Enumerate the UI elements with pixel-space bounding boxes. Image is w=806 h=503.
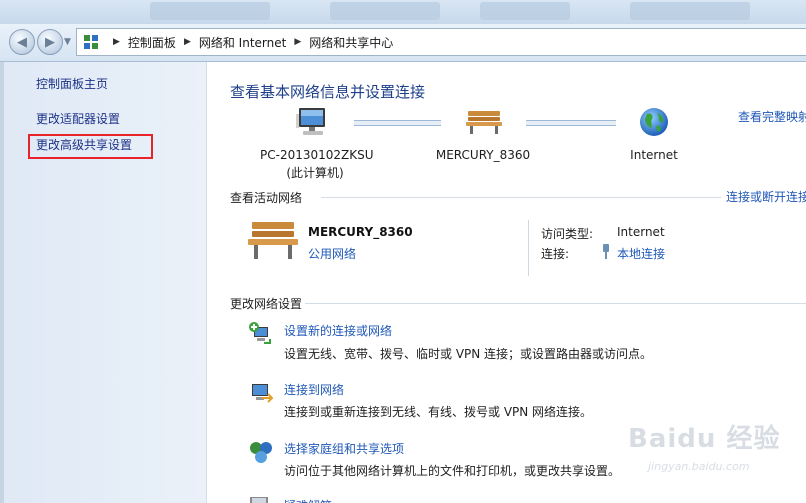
breadcrumb-separator[interactable]: ▶ [294,37,301,47]
troubleshoot-icon [250,497,268,503]
blurred-tab [330,2,440,20]
connect-disconnect-link[interactable]: 连接或断开连接 [726,188,806,205]
access-type-label: 访问类型: [541,227,594,241]
arrow-right-icon: ▶ [45,34,55,50]
back-button[interactable]: ◀ [9,29,35,55]
map-connector-line [526,120,616,126]
task-connect-to-network-link[interactable]: 连接到网络 [284,381,344,398]
blurred-tab [630,2,750,20]
map-connector-line [354,120,441,126]
chevron-down-icon: ▼ [64,37,71,47]
section-divider [305,303,806,304]
watermark-brand: Baidu 经验 [628,424,781,454]
connection-label: 连接: [541,247,570,261]
baidu-jingyan-watermark: Baidu 经验 jingyan.baidu.com [618,412,798,492]
breadcrumb-network-sharing-center[interactable]: 网络和共享中心 [309,34,393,51]
change-network-settings-heading: 更改网络设置 [230,297,303,311]
watermark-url: jingyan.baidu.com [648,460,750,473]
recent-pages-dropdown[interactable]: ▼ [64,37,74,47]
vertical-divider [528,220,529,276]
active-network-name: MERCURY_8360 [308,225,413,239]
computer-icon[interactable] [296,106,330,138]
task-troubleshoot-link[interactable]: 疑难解答 [284,497,332,503]
task-setup-new-connection-desc: 设置无线、宽带、拨号、临时或 VPN 连接；或设置路由器或访问点。 [284,347,653,361]
breadcrumb-network-internet[interactable]: 网络和 Internet [199,34,286,51]
network-name-label: MERCURY_8360 [435,148,531,162]
computer-sub-label: (此计算机) [286,166,344,180]
see-full-map-link[interactable]: 查看完整映射 [738,108,806,125]
left-pane [0,62,207,503]
arrow-left-icon: ◀ [17,34,27,50]
computer-name-label: PC-20130102ZKSU [260,148,374,162]
connect-to-network-icon [252,384,274,403]
network-center-icon [84,35,98,49]
blurred-tab [150,2,270,20]
new-connection-icon [249,322,271,344]
task-homegroup-sharing-desc: 访问位于其他网络计算机上的文件和打印机，或更改共享设置。 [284,464,621,478]
sidebar-item-control-panel-home[interactable]: 控制面板主页 [36,75,108,92]
task-setup-new-connection-link[interactable]: 设置新的连接或网络 [284,322,392,339]
task-homegroup-sharing-link[interactable]: 选择家庭组和共享选项 [284,440,404,457]
forward-button[interactable]: ▶ [37,29,63,55]
left-pane-scrollbar[interactable] [0,62,4,503]
active-networks-heading: 查看活动网络 [230,191,303,205]
ethernet-cable-icon [603,244,609,259]
navigation-bar: ◀ ▶ ▼ ▶ 控制面板 ▶ 网络和 Internet ▶ 网络和共享中心 [0,24,806,62]
blurred-tab [480,2,570,20]
internet-globe-icon[interactable] [638,106,670,138]
network-type-link[interactable]: 公用网络 [308,245,356,262]
breadcrumb-separator[interactable]: ▶ [184,37,191,47]
breadcrumb-control-panel[interactable]: 控制面板 [128,34,176,51]
section-divider [321,197,721,198]
public-network-bench-icon[interactable] [466,109,502,135]
local-connection-link[interactable]: 本地连接 [617,245,665,262]
access-type-value: Internet [617,225,665,239]
active-network-bench-icon [248,222,298,259]
internet-label: Internet [630,148,678,162]
breadcrumb-separator[interactable]: ▶ [113,37,120,47]
page-title: 查看基本网络信息并设置连接 [230,83,426,101]
homegroup-sharing-icon [250,442,272,463]
highlight-annotation-box [28,134,153,159]
task-connect-to-network-desc: 连接到或重新连接到无线、有线、拨号或 VPN 网络连接。 [284,405,593,419]
address-bar[interactable]: ▶ 控制面板 ▶ 网络和 Internet ▶ 网络和共享中心 [76,28,806,56]
window-top-strip [0,0,806,24]
sidebar-item-change-adapter-settings[interactable]: 更改适配器设置 [36,110,120,127]
